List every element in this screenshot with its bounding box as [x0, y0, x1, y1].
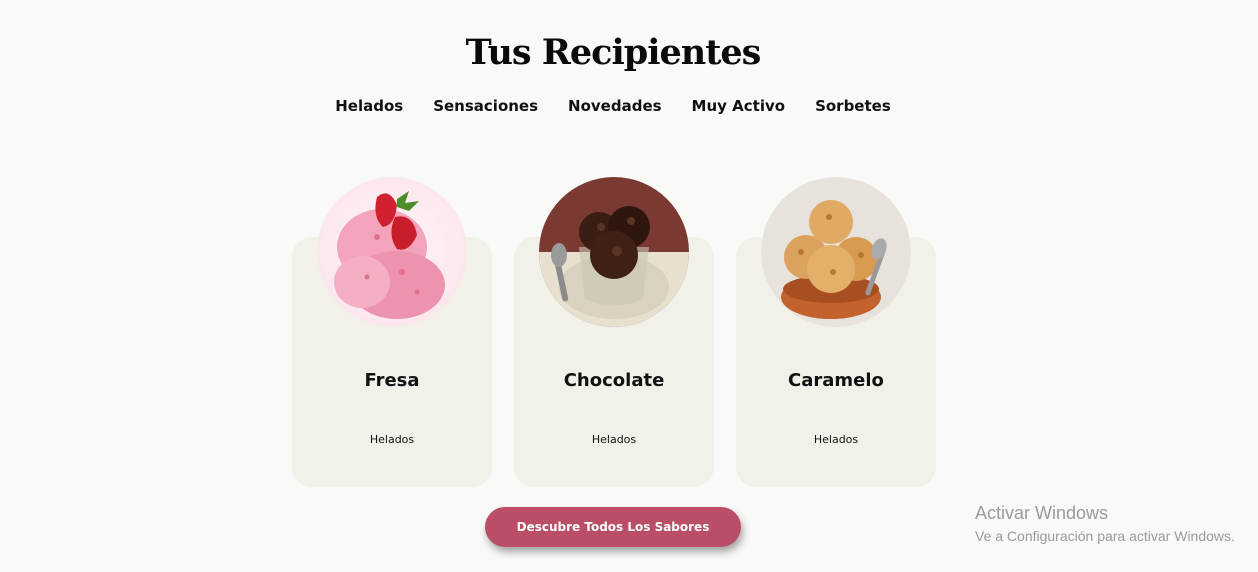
- windows-activation-title: Activar Windows: [975, 503, 1109, 523]
- nav-item-novedades[interactable]: Novedades: [568, 97, 662, 115]
- discover-all-flavors-button[interactable]: Descubre Todos Los Sabores: [485, 507, 741, 547]
- caramel-ice-cream-image: [761, 177, 911, 327]
- nav-item-sorbetes[interactable]: Sorbetes: [815, 97, 891, 115]
- page-title: Tus Recipientes: [465, 32, 762, 73]
- nav-item-muy-activo[interactable]: Muy Activo: [692, 97, 786, 115]
- nav-item-helados[interactable]: Helados: [335, 97, 403, 115]
- card-title: Fresa: [364, 370, 420, 391]
- windows-activation-subtitle: Ve a Configuración para activar Windows.: [975, 528, 1235, 544]
- chocolate-ice-cream-image: [539, 177, 689, 327]
- card-subtitle: Helados: [369, 433, 415, 446]
- card-title: Caramelo: [788, 370, 884, 391]
- card-subtitle: Helados: [591, 433, 637, 446]
- category-nav: Helados Sensaciones Novedades Muy Activo…: [0, 97, 1226, 115]
- strawberry-ice-cream-image: [317, 177, 467, 327]
- card-title: Chocolate: [563, 370, 665, 391]
- card-subtitle: Helados: [813, 433, 859, 446]
- nav-item-sensaciones[interactable]: Sensaciones: [433, 97, 538, 115]
